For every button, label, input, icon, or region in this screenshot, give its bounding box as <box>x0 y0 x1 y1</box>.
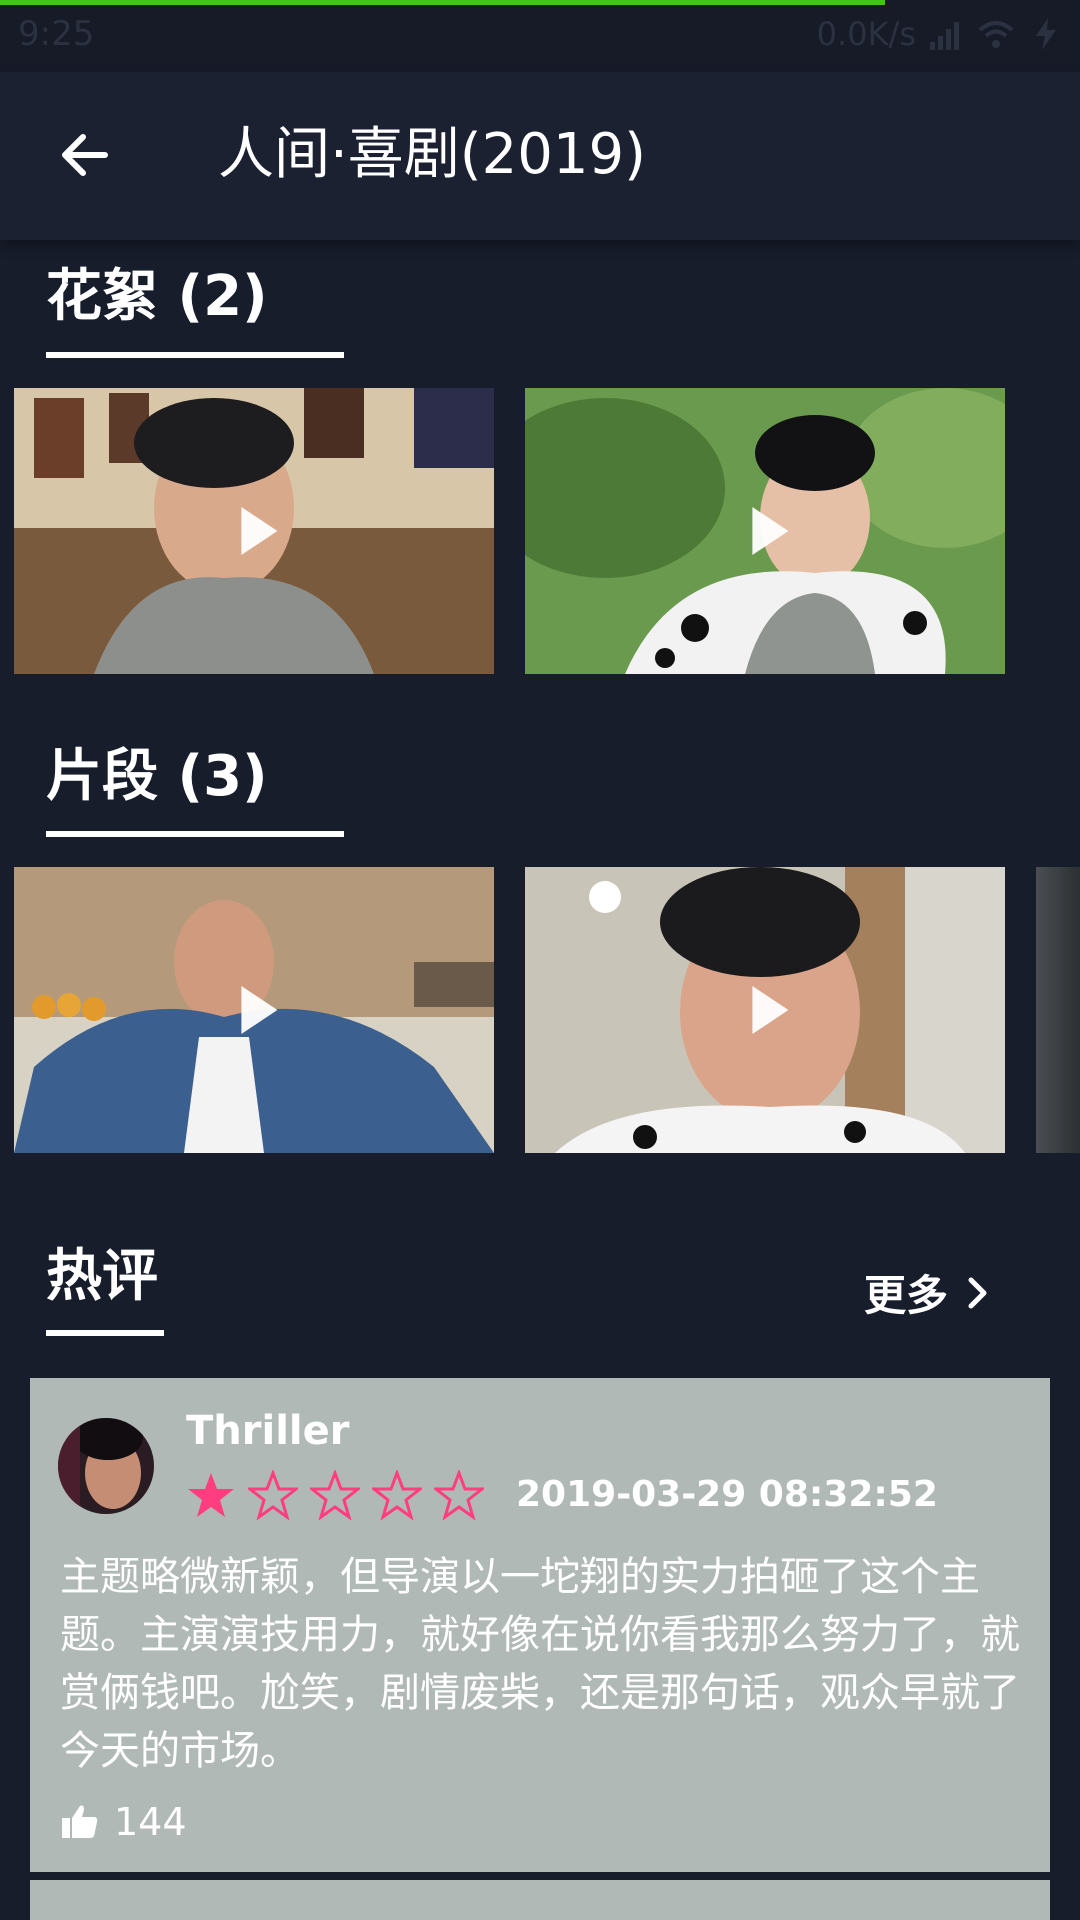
rating-stars <box>186 1470 484 1520</box>
chevron-right-icon <box>968 1277 987 1308</box>
like-count: 144 <box>114 1800 187 1844</box>
section-title-highlights: 花絮 (2) <box>46 264 268 329</box>
review-text: 主题略微新颖，但导演以一坨翔的实力拍砸了这个主题。主演演技用力，就好像在说你看我… <box>60 1554 1020 1774</box>
star-outline-icon <box>434 1470 484 1520</box>
section-title-clips: 片段 (3) <box>46 744 268 809</box>
network-speed: 0.0K/s <box>816 15 916 53</box>
review-card[interactable] <box>30 1880 1050 1920</box>
like-row[interactable]: 144 <box>60 1800 187 1844</box>
page-title: 人间·喜剧(2019) <box>218 122 647 187</box>
play-icon <box>241 507 278 555</box>
avatar[interactable] <box>58 1418 154 1514</box>
section-underline <box>46 831 344 837</box>
wifi-icon <box>978 21 1014 48</box>
thumbs-up-icon[interactable] <box>60 1802 100 1842</box>
loading-progress-bar <box>0 0 885 5</box>
clip-video-thumbnail[interactable] <box>14 867 494 1153</box>
review-username[interactable]: Thriller <box>186 1408 349 1454</box>
back-button[interactable] <box>40 110 130 200</box>
more-reviews-link[interactable]: 更多 <box>864 1262 990 1323</box>
section-underline <box>46 352 344 358</box>
play-icon <box>752 986 789 1034</box>
section-underline <box>46 1330 164 1336</box>
arrow-left-icon <box>62 134 108 176</box>
status-icons: 0.0K/s <box>817 14 1066 54</box>
star-outline-icon <box>310 1470 360 1520</box>
signal-icon <box>930 22 959 50</box>
star-filled-icon <box>188 1473 234 1517</box>
star-outline-icon <box>372 1470 422 1520</box>
review-timestamp: 2019-03-29 08:32:52 <box>516 1474 938 1515</box>
section-title-hot-reviews: 热评 <box>46 1244 158 1309</box>
review-card[interactable]: Thriller 2019-03-29 08:32:52 主题略微新颖，但导演以… <box>30 1378 1050 1872</box>
clip-video-thumbnail[interactable] <box>1036 867 1080 1153</box>
highlight-video-thumbnail[interactable] <box>14 388 494 674</box>
highlight-video-thumbnail[interactable] <box>525 388 1005 674</box>
status-time: 9:25 <box>18 14 95 54</box>
play-icon <box>241 986 278 1034</box>
more-label: 更多 <box>863 1271 948 1320</box>
play-icon <box>752 507 789 555</box>
star-outline-icon <box>248 1470 298 1520</box>
clip-video-thumbnail[interactable] <box>525 867 1005 1153</box>
charging-icon <box>1036 18 1056 50</box>
